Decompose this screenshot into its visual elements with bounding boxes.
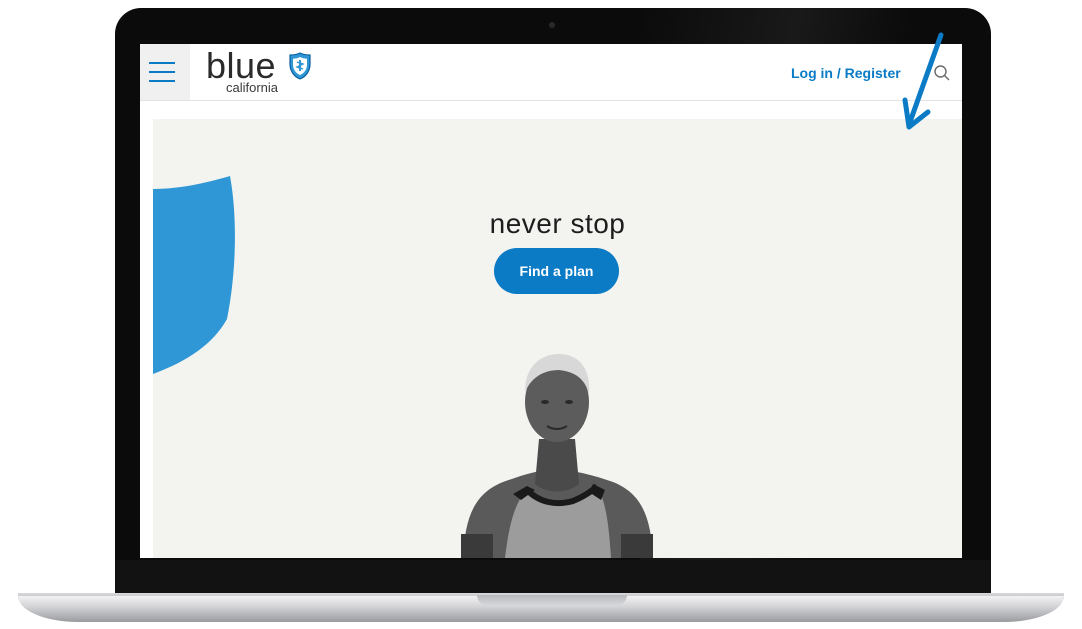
decorative-shield-shape	[153, 176, 235, 374]
hero-banner: never stop Find a plan	[153, 119, 962, 558]
laptop-notch	[477, 595, 627, 605]
hero-person-photo	[461, 354, 653, 558]
blue-shield-logo-icon	[289, 52, 311, 80]
hero-tagline: never stop	[489, 208, 626, 239]
logo-subtitle: california	[226, 80, 279, 95]
login-register-link[interactable]: Log in / Register	[791, 65, 901, 81]
webcam	[549, 22, 555, 28]
search-icon[interactable]	[933, 64, 951, 82]
browser-viewport: blue california Log in / Register never …	[140, 44, 962, 558]
hamburger-menu-icon[interactable]	[140, 44, 190, 100]
site-header: blue california Log in / Register	[140, 44, 962, 101]
find-a-plan-button[interactable]: Find a plan	[494, 248, 619, 294]
